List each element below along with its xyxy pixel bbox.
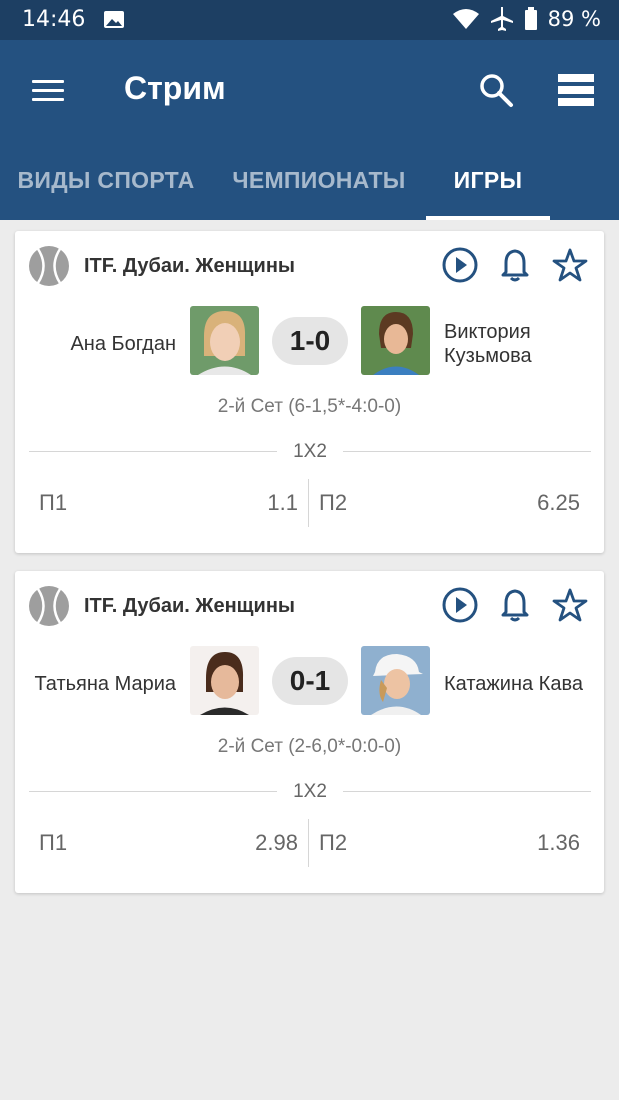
odd-button-p1[interactable]: П1 1.1 — [29, 479, 308, 527]
player1-avatar — [190, 646, 259, 715]
wifi-icon — [452, 9, 479, 29]
market-label: 1X2 — [293, 441, 327, 462]
player1-name: Ана Богдан — [70, 333, 176, 355]
status-time: 14:46 — [22, 7, 86, 32]
league-name: ITF. Дубаи. Женщины — [84, 255, 295, 277]
airplane-icon — [490, 7, 513, 31]
battery-icon — [524, 7, 537, 30]
league-name: ITF. Дубаи. Женщины — [84, 595, 295, 617]
odd-label: П2 — [319, 490, 348, 515]
tab-games[interactable]: ИГРЫ — [426, 148, 550, 220]
menu-icon[interactable] — [30, 78, 66, 104]
odd-value: 1.1 — [267, 490, 298, 515]
player2-avatar — [361, 646, 430, 715]
tennis-ball-icon — [29, 586, 69, 626]
odd-label: П2 — [319, 830, 348, 855]
odd-button-p2[interactable]: П2 1.36 — [309, 819, 590, 867]
odd-value: 1.36 — [537, 830, 580, 855]
tab-championships[interactable]: ЧЕМПИОНАТЫ — [212, 148, 426, 220]
tennis-ball-icon — [29, 246, 69, 286]
play-stream-icon[interactable] — [441, 586, 479, 624]
tab-bar: ВИДЫ СПОРТА ЧЕМПИОНАТЫ ИГРЫ — [0, 148, 619, 220]
divider — [29, 791, 277, 792]
page-title: Стрим — [124, 70, 226, 106]
list-view-icon[interactable] — [556, 72, 596, 108]
set-info: 2-й Сет (6-1,5*-4:0-0) — [217, 396, 402, 417]
favorite-star-icon[interactable] — [551, 586, 589, 624]
divider — [29, 451, 277, 452]
player2-name: Виктория Кузьмова — [444, 321, 532, 367]
notification-bell-icon[interactable] — [496, 586, 534, 624]
odd-value: 2.98 — [255, 830, 298, 855]
divider — [343, 791, 591, 792]
odd-label: П1 — [39, 490, 68, 515]
match-score: 0-1 — [272, 657, 348, 705]
player2-name: Катажина Кава — [444, 673, 583, 695]
odd-button-p2[interactable]: П2 6.25 — [309, 479, 590, 527]
player1-name: Татьяна Мариа — [34, 673, 176, 695]
search-icon[interactable] — [476, 70, 516, 110]
image-icon — [104, 11, 124, 28]
odd-label: П1 — [39, 830, 68, 855]
player2-avatar — [361, 306, 430, 375]
app-bar: Стрим ВИДЫ СПОРТА ЧЕМПИОНАТЫ ИГРЫ — [0, 40, 619, 220]
set-info: 2-й Сет (2-6,0*-0:0-0) — [217, 736, 402, 757]
player1-avatar — [190, 306, 259, 375]
match-card[interactable]: ITF. Дубаи. Женщины Ана Богдан 1-0 Викто… — [15, 231, 604, 553]
tab-sports[interactable]: ВИДЫ СПОРТА — [0, 148, 212, 220]
odd-button-p1[interactable]: П1 2.98 — [29, 819, 308, 867]
match-score: 1-0 — [272, 317, 348, 365]
status-bar: 14:46 89 % — [0, 0, 619, 40]
match-card[interactable]: ITF. Дубаи. Женщины Татьяна Мариа 0-1 Ка… — [15, 571, 604, 893]
favorite-star-icon[interactable] — [551, 246, 589, 284]
play-stream-icon[interactable] — [441, 246, 479, 284]
divider — [343, 451, 591, 452]
active-tab-indicator — [426, 216, 550, 220]
battery-level: 89 % — [547, 7, 601, 31]
notification-bell-icon[interactable] — [496, 246, 534, 284]
odd-value: 6.25 — [537, 490, 580, 515]
market-label: 1X2 — [293, 781, 327, 802]
